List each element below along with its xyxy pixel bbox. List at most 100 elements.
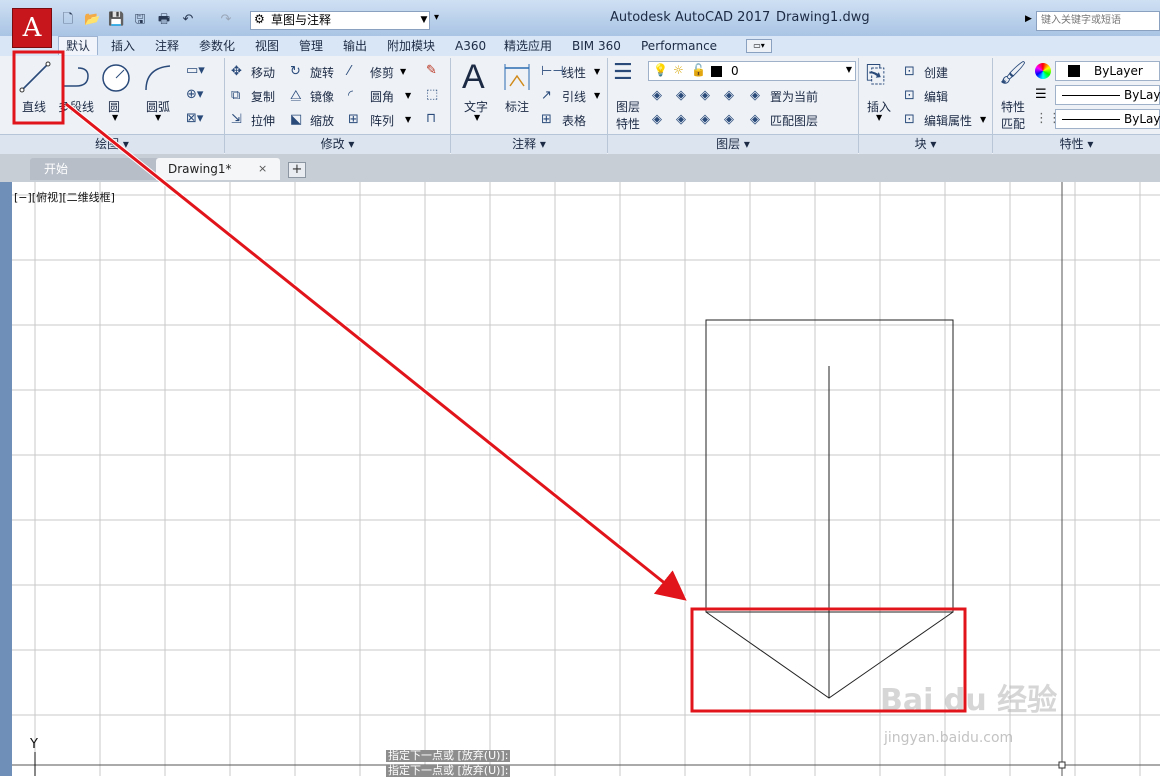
rectangle-tool-icon[interactable]: ▭▾ [186,64,205,78]
chevron-down-icon[interactable]: ▼ [112,113,118,122]
layer-off-icon[interactable]: ◈ [652,89,662,103]
print-icon[interactable]: 🖶 [156,12,172,28]
trim-icon[interactable]: ⁄ [348,65,350,79]
layer-freeze-icon[interactable]: ◈ [700,89,710,103]
explode-icon[interactable]: ⬚ [426,88,438,102]
layer-unisolate-icon[interactable]: ◈ [676,113,686,127]
tab-featured-apps[interactable]: 精选应用 [504,37,552,55]
tab-output[interactable]: 输出 [343,37,367,55]
layer-properties-label-2[interactable]: 特性 [616,115,640,132]
boundary-tool-icon[interactable]: ⊠▾ [186,112,203,126]
arc-tool-icon[interactable] [142,62,174,94]
edit-attributes-icon[interactable]: ⊡ [904,113,915,127]
scale-label[interactable]: 缩放 [310,112,334,129]
tab-performance[interactable]: Performance [641,37,717,55]
lineweight-select[interactable]: ByLaye [1055,85,1160,105]
match-layer-label[interactable]: 匹配图层 [770,112,818,129]
workspace-select[interactable]: 草图与注释 [250,11,430,30]
stretch-icon[interactable]: ⇲ [231,113,242,127]
chevron-down-icon[interactable]: ▼ [594,91,600,100]
edit-block-icon[interactable]: ⊡ [904,89,915,103]
erase-icon[interactable]: ✎ [426,64,437,78]
stretch-label[interactable]: 拉伸 [251,112,275,129]
scale-icon[interactable]: ⬕ [290,113,302,127]
move-icon[interactable]: ✥ [231,65,242,79]
tab-manage[interactable]: 管理 [299,37,323,55]
close-icon[interactable]: × [258,162,267,175]
chevron-down-icon[interactable]: ▼ [418,11,430,30]
search-input[interactable]: 键入关键字或短语 [1036,11,1160,31]
copy-label[interactable]: 复制 [251,88,275,105]
search-expand-icon[interactable]: ▶ [1025,14,1032,24]
match-properties-label-2[interactable]: 匹配 [1001,115,1025,132]
tab-view[interactable]: 视图 [255,37,279,55]
dimension-tool-icon[interactable] [502,62,532,92]
tab-bim360[interactable]: BIM 360 [572,37,621,55]
customize-quick-access-icon[interactable]: ▾ [434,12,439,23]
open-file-icon[interactable]: 📂 [84,12,100,28]
circle-tool-icon[interactable] [100,62,132,94]
linetype-select[interactable]: ByLaye [1055,109,1160,129]
text-tool-icon[interactable]: A [462,58,485,97]
viewport-controls[interactable]: [−][俯视][二维线框] [14,189,115,205]
hatch-tool-icon[interactable]: ⊕▾ [186,88,203,102]
table-label[interactable]: 表格 [562,112,586,129]
chevron-down-icon[interactable]: ▼ [405,115,411,124]
linear-label[interactable]: 线性 [562,64,586,81]
undo-icon[interactable]: ↶ [180,12,196,28]
layers-panel-title[interactable]: 图层 ▾ [608,134,858,154]
chevron-down-icon[interactable]: ▼ [474,113,480,122]
layer-thaw-icon[interactable]: ◈ [700,113,710,127]
tab-parametric[interactable]: 参数化 [199,37,235,55]
table-icon[interactable]: ⊞ [541,113,552,127]
layer-isolate-icon[interactable]: ◈ [676,89,686,103]
application-menu-button[interactable]: A [12,8,52,48]
tab-annotate[interactable]: 注释 [155,37,179,55]
fillet-label[interactable]: 圆角 [370,88,394,105]
offset-icon[interactable]: ⊓ [426,112,436,126]
chevron-down-icon[interactable]: ▼ [400,67,406,76]
chevron-down-icon[interactable]: ▼ [594,67,600,76]
edit-block-label[interactable]: 编辑 [924,88,948,105]
line-tool-label[interactable]: 直线 [22,98,46,115]
new-file-icon[interactable]: 🗋 [60,12,76,28]
edit-attributes-label[interactable]: 编辑属性 [924,112,972,129]
set-current-icon[interactable]: ◈ [750,89,760,103]
tab-home[interactable]: 默认 [58,36,99,55]
annotation-panel-title[interactable]: 注释 ▾ [451,134,607,154]
rotate-icon[interactable]: ↻ [290,65,301,79]
polyline-tool-label[interactable]: 多段线 [58,98,94,115]
copy-icon[interactable]: ⧉ [231,89,240,103]
chevron-down-icon[interactable]: ▼ [876,113,882,122]
move-label[interactable]: 移动 [251,64,275,81]
polyline-tool-icon[interactable] [62,64,94,92]
draw-panel-title[interactable]: 绘图 ▾ [0,134,224,154]
leader-icon[interactable]: ↗ [541,89,552,103]
match-layer-icon[interactable]: ◈ [750,113,760,127]
properties-panel-title[interactable]: 特性 ▾ [993,134,1160,154]
dimension-tool-label[interactable]: 标注 [505,98,529,115]
redo-icon[interactable]: ↷ [218,12,234,28]
match-properties-icon[interactable]: 🖌 [999,61,1027,86]
layer-lock-icon[interactable]: ◈ [724,89,734,103]
add-tab-button[interactable]: + [288,162,306,178]
layer-properties-label[interactable]: 图层 [616,98,640,115]
save-as-icon[interactable]: 🖫 [132,12,148,28]
leader-label[interactable]: 引线 [562,88,586,105]
line-tool-icon[interactable] [18,60,54,96]
set-current-label[interactable]: 置为当前 [770,88,818,105]
save-icon[interactable]: 💾 [108,12,124,28]
block-panel-title[interactable]: 块 ▾ [859,134,992,154]
create-block-label[interactable]: 创建 [924,64,948,81]
tab-start[interactable]: 开始 [30,158,160,180]
color-select[interactable]: ByLayer [1055,61,1160,81]
create-block-icon[interactable]: ⊡ [904,65,915,79]
chevron-down-icon[interactable]: ▼ [405,91,411,100]
insert-block-icon[interactable]: ⎘ [866,60,885,88]
tab-a360[interactable]: A360 [455,37,486,55]
match-properties-label[interactable]: 特性 [1001,98,1025,115]
fillet-icon[interactable]: ◜ [348,89,353,103]
chevron-down-icon[interactable]: ▼ [980,115,986,124]
layer-select[interactable]: 💡 ☼ 🔓 0 ▼ [648,61,856,81]
mirror-label[interactable]: 镜像 [310,88,334,105]
